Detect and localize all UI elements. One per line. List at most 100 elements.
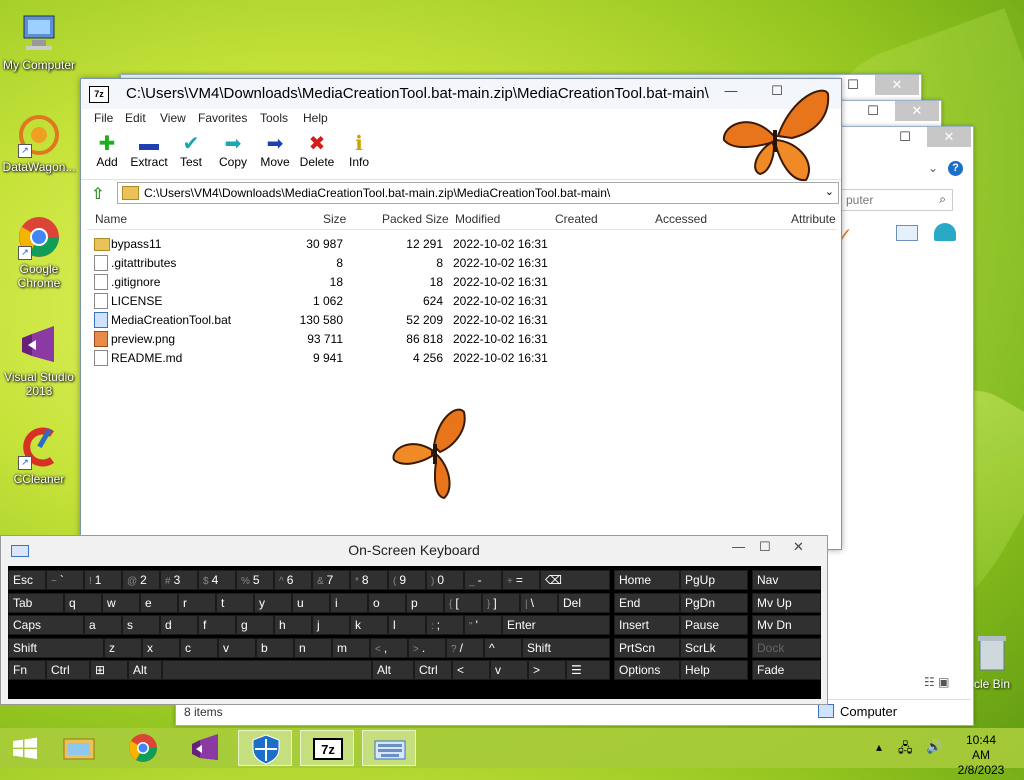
maximize-button[interactable]: ☐ bbox=[851, 101, 895, 121]
key[interactable]: q bbox=[64, 592, 102, 613]
key[interactable]: Insert bbox=[614, 615, 680, 636]
on-screen-keyboard-window[interactable]: On-Screen Keyboard — ☐ ✕ Esc ~ `! 1 @2 #3 $4% 5… bbox=[0, 535, 828, 705]
close-button[interactable]: ✕ bbox=[895, 101, 939, 121]
key[interactable] bbox=[162, 660, 372, 681]
key[interactable]: Shift bbox=[522, 637, 610, 658]
details-view-icon[interactable]: ☷ ▣ bbox=[924, 675, 949, 689]
key[interactable]: ! 1 bbox=[84, 570, 122, 590]
key[interactable]: e bbox=[140, 592, 178, 613]
key[interactable]: Mv Dn bbox=[752, 615, 821, 636]
key[interactable]: n bbox=[294, 637, 332, 658]
desktop-icon-datawagon[interactable]: ↗ DataWagon... bbox=[0, 112, 78, 174]
key[interactable]: % 5 bbox=[236, 570, 274, 590]
key[interactable]: }] bbox=[482, 592, 520, 613]
key[interactable]: ScrLk bbox=[680, 637, 748, 658]
key[interactable]: Del bbox=[558, 592, 610, 613]
key[interactable]: <, bbox=[370, 637, 408, 658]
up-folder-icon[interactable]: ⇧ bbox=[91, 184, 109, 203]
key[interactable]: * 8 bbox=[350, 570, 388, 590]
key[interactable]: Home bbox=[614, 570, 680, 590]
key[interactable]: u bbox=[292, 592, 330, 613]
key[interactable]: Tab bbox=[8, 592, 64, 613]
key[interactable]: Alt bbox=[128, 660, 162, 681]
key[interactable]: ) 0 bbox=[426, 570, 464, 590]
desktop-icon-chrome[interactable]: ↗ Google Chrome bbox=[0, 214, 78, 290]
key[interactable]: {[ bbox=[444, 592, 482, 613]
extract-button[interactable]: ▬ Extract bbox=[127, 133, 171, 169]
key[interactable]: j bbox=[312, 615, 350, 636]
key[interactable]: Mv Up bbox=[752, 592, 821, 613]
key[interactable]: f bbox=[198, 615, 236, 636]
key[interactable]: y bbox=[254, 592, 292, 613]
key[interactable]: @2 bbox=[122, 570, 160, 590]
key[interactable]: h bbox=[274, 615, 312, 636]
key[interactable]: Options bbox=[614, 660, 680, 681]
key[interactable]: Nav bbox=[752, 570, 821, 590]
key[interactable]: Ctrl bbox=[414, 660, 452, 681]
column-header-size[interactable]: Size bbox=[323, 212, 346, 226]
copy-button[interactable]: ➡ Copy bbox=[211, 133, 255, 169]
key[interactable]: i bbox=[330, 592, 368, 613]
move-button[interactable]: ➡ Move bbox=[253, 133, 297, 169]
key[interactable]: l bbox=[388, 615, 426, 636]
key[interactable]: Pause bbox=[680, 615, 748, 636]
menu-view[interactable]: View bbox=[160, 111, 186, 125]
key[interactable]: >. bbox=[408, 637, 446, 658]
key[interactable]: " ' bbox=[464, 615, 502, 636]
key[interactable]: & 7 bbox=[312, 570, 350, 590]
key[interactable]: w bbox=[102, 592, 140, 613]
address-input[interactable]: C:\Users\VM4\Downloads\MediaCreationTool… bbox=[117, 182, 839, 204]
key[interactable]: a bbox=[84, 615, 122, 636]
taskbar-on-screen-keyboard[interactable] bbox=[362, 730, 416, 766]
menu-tools[interactable]: Tools bbox=[260, 111, 288, 125]
key[interactable]: v bbox=[490, 660, 528, 681]
key[interactable]: < bbox=[452, 660, 490, 681]
file-row[interactable]: LICENSE 1 062 624 2022-10-02 16:31 bbox=[87, 291, 837, 310]
clock[interactable]: 10:44 AM 2/8/2023 bbox=[956, 733, 1006, 777]
chevron-down-icon[interactable]: ⌄ bbox=[928, 161, 938, 175]
column-header-attributes[interactable]: Attribute bbox=[791, 212, 836, 226]
key[interactable]: PgDn bbox=[680, 592, 748, 613]
7zip-app-icon[interactable]: 7z bbox=[89, 86, 109, 103]
key[interactable]: Ctrl bbox=[46, 660, 90, 681]
column-header-created[interactable]: Created bbox=[555, 212, 598, 226]
info-button[interactable]: ℹ Info bbox=[337, 133, 381, 169]
add-button[interactable]: ✚ Add bbox=[85, 133, 129, 169]
maximize-button[interactable]: ☐ bbox=[883, 127, 927, 147]
key[interactable]: ~ ` bbox=[46, 570, 84, 590]
key[interactable]: b bbox=[256, 637, 294, 658]
key[interactable]: PgUp bbox=[680, 570, 748, 590]
menu-file[interactable]: File bbox=[94, 111, 113, 125]
help-icon[interactable]: ? bbox=[948, 161, 963, 176]
key[interactable]: t bbox=[216, 592, 254, 613]
key[interactable]: g bbox=[236, 615, 274, 636]
taskbar-7zip[interactable]: 7z bbox=[300, 730, 354, 766]
test-button[interactable]: ✔ Test bbox=[169, 133, 213, 169]
network-icon[interactable]: 🖧 bbox=[898, 739, 913, 779]
key[interactable]: Help bbox=[680, 660, 748, 681]
column-header-accessed[interactable]: Accessed bbox=[655, 212, 707, 226]
key[interactable]: x bbox=[142, 637, 180, 658]
file-row[interactable]: .gitattributes 8 8 2022-10-02 16:31 bbox=[87, 253, 837, 272]
desktop-icon-visual-studio[interactable]: Visual Studio 2013 bbox=[0, 322, 78, 398]
file-row[interactable]: .gitignore 18 18 2022-10-02 16:31 bbox=[87, 272, 837, 291]
key[interactable]: o bbox=[368, 592, 406, 613]
key[interactable]: m bbox=[332, 637, 370, 658]
mail-icon[interactable] bbox=[896, 225, 918, 241]
key[interactable]: p bbox=[406, 592, 444, 613]
key[interactable]: c bbox=[180, 637, 218, 658]
file-row[interactable]: bypass11 30 987 12 291 2022-10-02 16:31 bbox=[87, 234, 837, 253]
shell-icon[interactable] bbox=[934, 223, 956, 241]
key[interactable]: #3 bbox=[160, 570, 198, 590]
close-button[interactable]: ✕ bbox=[927, 127, 971, 147]
key[interactable]: ^ 6 bbox=[274, 570, 312, 590]
show-hidden-icons-icon[interactable]: ▴ bbox=[876, 740, 882, 780]
key[interactable]: $4 bbox=[198, 570, 236, 590]
file-row[interactable]: README.md 9 941 4 256 2022-10-02 16:31 bbox=[87, 348, 837, 367]
key[interactable]: > bbox=[528, 660, 566, 681]
key[interactable]: ? / bbox=[446, 637, 484, 658]
desktop-icon-my-computer[interactable]: My Computer bbox=[0, 10, 78, 72]
key[interactable]: ⊞ bbox=[90, 660, 128, 681]
key[interactable]: d bbox=[160, 615, 198, 636]
desktop-icon-ccleaner[interactable]: ↗ CCleaner bbox=[0, 424, 78, 486]
